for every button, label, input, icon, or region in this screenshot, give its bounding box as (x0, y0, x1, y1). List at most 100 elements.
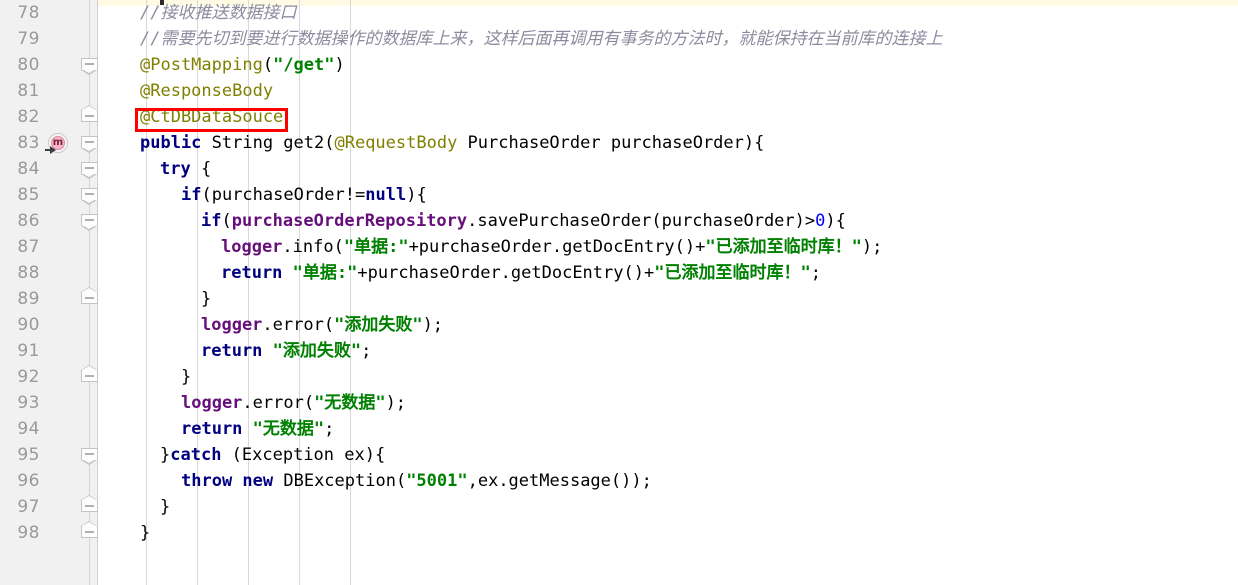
code-line[interactable]: } (99, 520, 1238, 546)
line-number: 97 (17, 497, 40, 517)
gutter-row[interactable]: 87 (0, 234, 98, 260)
code-token-plain: String get2( (211, 133, 335, 153)
code-line[interactable]: } (99, 494, 1238, 520)
code-token-plain: (purchaseOrder!= (201, 185, 366, 205)
code-token-str: "已添加至临时库！" (654, 263, 811, 283)
code-line[interactable]: }catch (Exception ex){ (99, 442, 1238, 468)
code-token-kw: throw new (181, 471, 274, 491)
code-token-num: 0 (815, 211, 826, 231)
code-token-ann: @ResponseBody (140, 81, 274, 101)
code-token-plain: ) (334, 55, 345, 75)
code-token-str: "无数据" (252, 419, 325, 439)
gutter-row[interactable]: 78 (0, 0, 98, 26)
line-number: 87 (17, 237, 40, 257)
fold-marker[interactable] (81, 448, 98, 465)
code-token-fld: purchaseOrderRepository (231, 211, 468, 231)
fold-marker[interactable] (81, 162, 98, 179)
code-token-plain: DBException( (273, 471, 407, 491)
code-token-plain: (Exception ex){ (221, 445, 386, 465)
line-number: 95 (17, 445, 40, 465)
code-token-kw: null (365, 185, 407, 205)
fold-marker[interactable] (81, 105, 98, 127)
code-token-plain: +purchaseOrder.getDocEntry()+ (357, 263, 655, 283)
code-token-ann: @CtDBDataSouce (140, 107, 284, 127)
code-line[interactable]: logger.info("单据:"+purchaseOrder.getDocEn… (99, 234, 1238, 260)
code-lines[interactable]: //接收推送数据接口 //需要先切到要进行数据操作的数据库上来，这样后面再调用有事… (99, 0, 1238, 546)
gutter-row[interactable]: 81 (0, 78, 98, 104)
code-token-ann: @RequestBody (334, 133, 458, 153)
code-line[interactable]: @ResponseBody (99, 78, 1238, 104)
code-token-plain: } (160, 497, 171, 517)
line-number: 79 (17, 29, 40, 49)
code-token-plain: ; (810, 263, 821, 283)
gutter-row[interactable]: 79 (0, 26, 98, 52)
line-number: 92 (17, 367, 40, 387)
code-token-plain: .error( (242, 393, 315, 413)
code-token-plain: .savePurchaseOrder(purchaseOrder)> (467, 211, 816, 231)
code-token-plain: ; (361, 341, 372, 361)
code-token-fld: logger (181, 393, 243, 413)
code-token-kw: if (201, 211, 222, 231)
code-token-plain: ( (221, 211, 232, 231)
fold-marker[interactable] (81, 521, 98, 543)
line-number: 90 (17, 315, 40, 335)
code-line[interactable]: } (99, 364, 1238, 390)
code-token-kw: return (181, 419, 243, 439)
code-area[interactable]: //接收推送数据接口 //需要先切到要进行数据操作的数据库上来，这样后面再调用有事… (99, 0, 1238, 585)
gutter-row[interactable]: 93 (0, 390, 98, 416)
method-override-icon[interactable]: m (45, 133, 70, 155)
code-line[interactable]: if(purchaseOrderRepository.savePurchaseO… (99, 208, 1238, 234)
code-token-plain: .error( (262, 315, 335, 335)
fold-marker[interactable] (81, 136, 98, 153)
gutter-row[interactable]: 91 (0, 338, 98, 364)
line-number: 84 (17, 159, 40, 179)
line-number: 85 (17, 185, 40, 205)
code-token-plain: { (190, 159, 212, 179)
editor-gutter[interactable]: 78 79 80 81 82 83 84 85 86 87 88 89 90 91 92 93 94 95 96 97… (0, 0, 98, 585)
code-token-plain: ){ (406, 185, 427, 205)
fold-marker[interactable] (81, 58, 98, 75)
gutter-row[interactable]: 96 (0, 468, 98, 494)
line-number: 96 (17, 471, 40, 491)
line-number: 91 (17, 341, 40, 361)
code-token-str: "/get" (273, 55, 335, 75)
gutter-row[interactable]: 88 (0, 260, 98, 286)
code-line[interactable]: //接收推送数据接口 (99, 0, 1238, 26)
gutter-row[interactable]: 94 (0, 416, 98, 442)
code-line[interactable]: if(purchaseOrder!=null){ (99, 182, 1238, 208)
code-line[interactable]: logger.error("添加失败"); (99, 312, 1238, 338)
code-token-kw: try (160, 159, 191, 179)
code-editor[interactable]: 78 79 80 81 82 83 84 85 86 87 88 89 90 91 92 93 94 95 96 97… (0, 0, 1238, 585)
code-token-plain: } (160, 445, 171, 465)
code-line[interactable]: return "无数据"; (99, 416, 1238, 442)
line-number: 81 (17, 81, 40, 101)
code-line[interactable]: @CtDBDataSouce (99, 104, 1238, 130)
code-line[interactable]: return "单据:"+purchaseOrder.getDocEntry()… (99, 260, 1238, 286)
fold-marker[interactable] (81, 495, 98, 517)
code-line[interactable]: throw new DBException("5001",ex.getMessa… (99, 468, 1238, 494)
code-line[interactable]: //需要先切到要进行数据操作的数据库上来，这样后面再调用有事务的方法时，就能保持… (99, 26, 1238, 52)
code-token-cmt: //需要先切到要进行数据操作的数据库上来，这样后面再调用有事务的方法时，就能保持… (140, 29, 943, 49)
code-line[interactable]: logger.error("无数据"); (99, 390, 1238, 416)
code-line[interactable]: @PostMapping("/get") (99, 52, 1238, 78)
fold-marker[interactable] (81, 188, 98, 205)
code-token-plain: ){ (825, 211, 846, 231)
fold-marker[interactable] (81, 287, 98, 309)
gutter-row[interactable]: 90 (0, 312, 98, 338)
code-line[interactable]: try { (99, 156, 1238, 182)
code-token-str: "单据:" (292, 263, 358, 283)
fold-marker[interactable] (81, 365, 98, 387)
code-line[interactable]: } (99, 286, 1238, 312)
code-line[interactable]: return "添加失败"; (99, 338, 1238, 364)
code-token-plain: ); (422, 315, 444, 335)
fold-marker[interactable] (81, 214, 98, 231)
line-number: 88 (17, 263, 40, 283)
line-number: 80 (17, 55, 40, 75)
code-token-kw: return (201, 341, 263, 361)
code-token-kw: public (140, 133, 212, 153)
code-line[interactable]: public String get2(@RequestBody Purchase… (99, 130, 1238, 156)
line-number: 94 (17, 419, 40, 439)
